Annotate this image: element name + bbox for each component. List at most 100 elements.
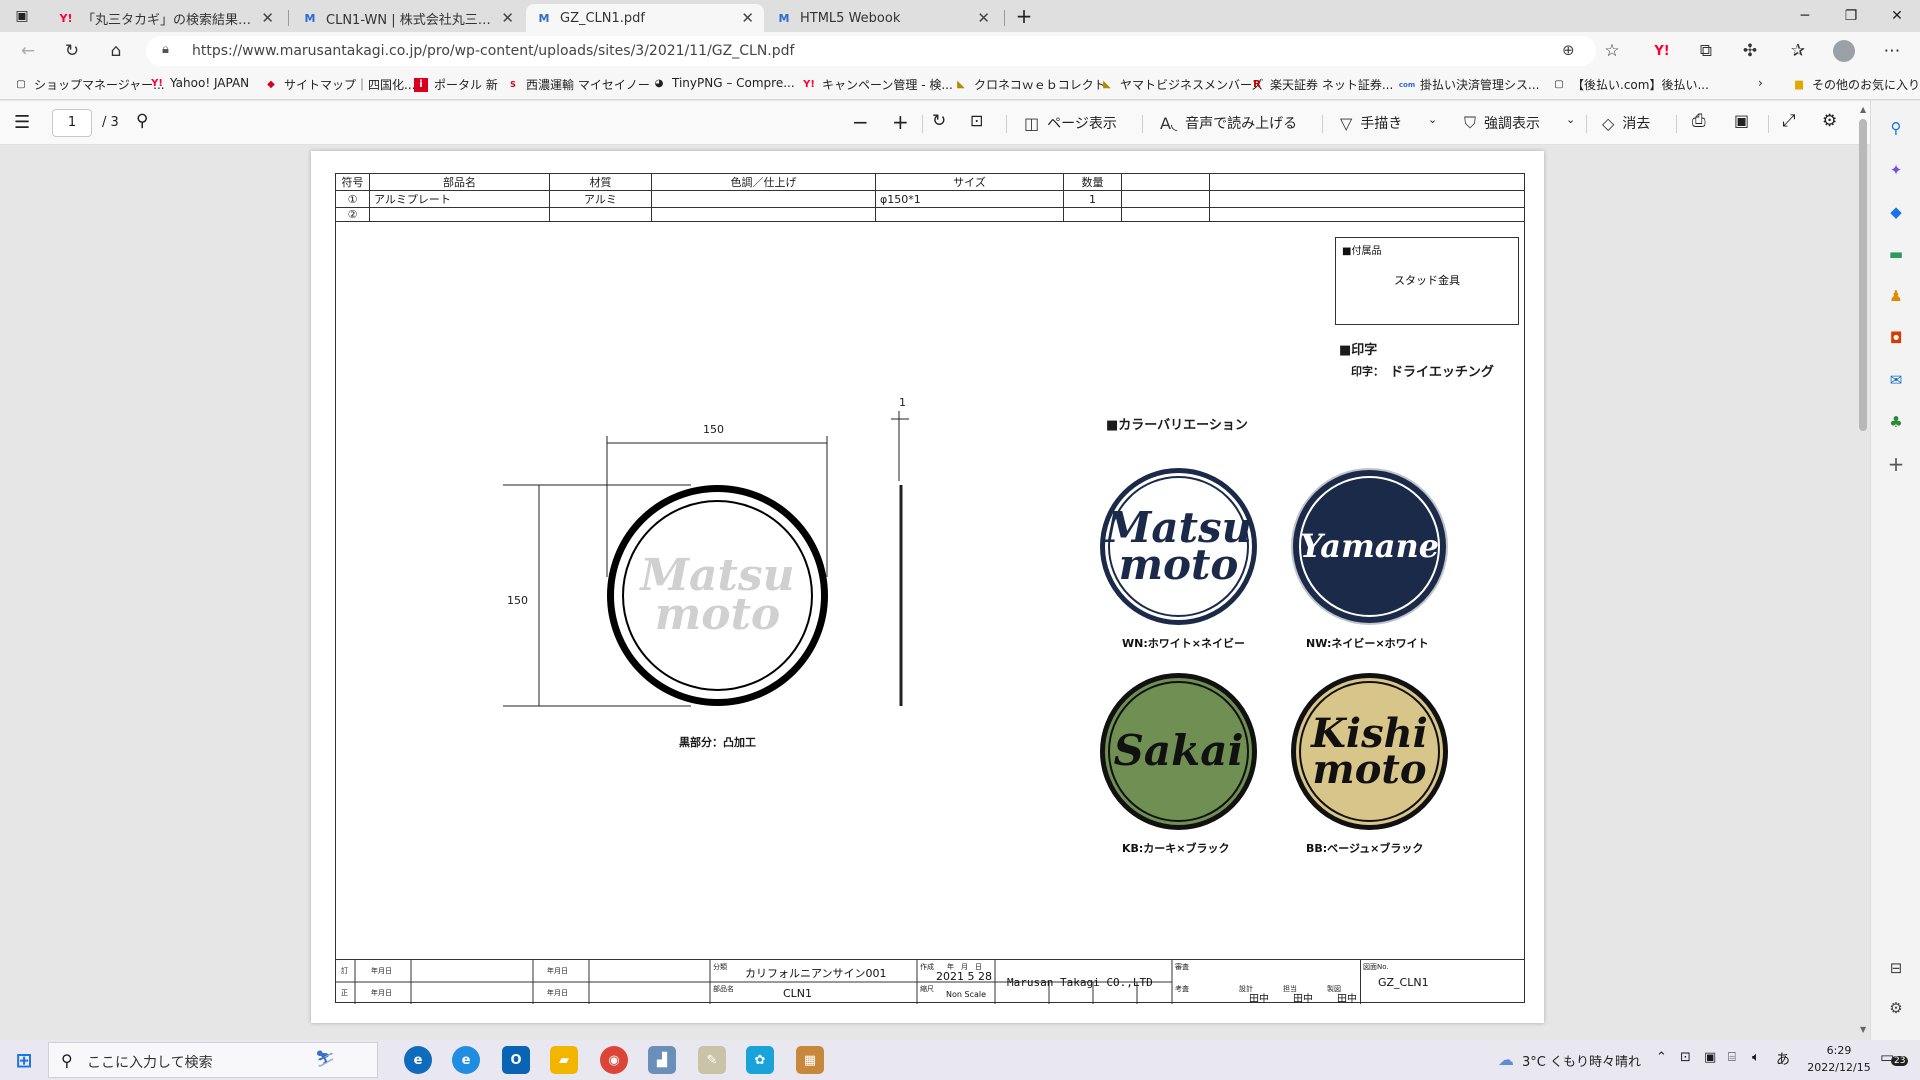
tray-chevron-icon[interactable]: ⌃	[1656, 1050, 1667, 1065]
zoom-icon[interactable]: ⊕	[1562, 41, 1575, 59]
chrome-taskbar-icon[interactable]: ◉	[600, 1046, 628, 1074]
tray-app-icon[interactable]: ⊡	[1680, 1050, 1691, 1065]
bookmark-item[interactable]: ◣ クロネコｗｅｂコレクト	[954, 76, 1106, 93]
close-tab-icon[interactable]: ✕	[501, 9, 514, 27]
app-taskbar-icon[interactable]: ▟	[648, 1046, 676, 1074]
settings-taskbar-icon[interactable]: ✿	[746, 1046, 774, 1074]
weather-text[interactable]: 3°C くもり時々晴れ	[1522, 1051, 1641, 1070]
black-part-note: 黒部分：凸加工	[679, 736, 756, 749]
vertical-scrollbar[interactable]: ▲ ▼	[1858, 105, 1868, 1035]
bookmarks-overflow-icon[interactable]: ›	[1758, 76, 1763, 90]
bookmark-item[interactable]: Y! キャンペーン管理 - 検...	[802, 76, 953, 93]
ime-indicator[interactable]: あ	[1776, 1049, 1790, 1069]
draw-options-chevron-icon[interactable]: ⌄	[1428, 113, 1437, 126]
address-bar[interactable]: 🔒︎ https://www.marusantakagi.co.jp/pro/w…	[146, 36, 1596, 66]
yahoo-extension-icon[interactable]: Y!	[1648, 38, 1676, 64]
contents-icon[interactable]: ☰	[14, 112, 30, 133]
favorite-star-icon[interactable]: ☆	[1598, 38, 1626, 64]
highlight-options-chevron-icon[interactable]: ⌄	[1566, 113, 1575, 126]
sidebar-search-icon[interactable]: ⚲	[1883, 115, 1909, 141]
copilot-icon[interactable]: ✦	[1883, 157, 1909, 183]
more-icon[interactable]: ⋯	[1878, 38, 1906, 64]
close-tab-icon[interactable]: ✕	[261, 9, 274, 27]
erase-button[interactable]: ◇ 消去	[1602, 113, 1650, 133]
bookmark-label: その他のお気に入り	[1812, 78, 1920, 92]
close-window-icon[interactable]: ✕	[1874, 0, 1920, 32]
read-aloud-button[interactable]: A◟ 音声で読み上げる	[1160, 113, 1297, 133]
profile-avatar-icon[interactable]	[1830, 38, 1858, 64]
page-view-label: ページ表示	[1047, 116, 1117, 132]
tools-icon[interactable]: ▬	[1883, 241, 1909, 267]
close-tab-icon[interactable]: ✕	[741, 9, 754, 27]
variation-inner-ring: Kishi moto	[1299, 681, 1440, 822]
games-icon[interactable]: ♟	[1883, 283, 1909, 309]
weather-icon[interactable]: ☁	[1498, 1050, 1514, 1069]
new-tab-button[interactable]: +	[1008, 0, 1040, 32]
tab-actions-icon[interactable]: ▣	[2, 0, 42, 32]
shopping-tag-icon[interactable]: ◆	[1883, 199, 1909, 225]
back-icon[interactable]: ←	[14, 38, 42, 64]
zoom-in-icon[interactable]: +	[892, 110, 909, 134]
settings-gear-icon[interactable]: ⚙	[1822, 111, 1837, 131]
print-icon[interactable]: ⎙	[1692, 111, 1706, 131]
page-view-button[interactable]: ◫ ページ表示	[1024, 113, 1117, 133]
outlook-icon[interactable]: ✉	[1883, 367, 1909, 393]
bookmark-item[interactable]: ▢ 【後払い.com】後払い...	[1552, 76, 1709, 93]
scroll-up-icon[interactable]: ▲	[1860, 105, 1866, 114]
edge-taskbar-icon[interactable]: e	[404, 1046, 432, 1074]
tab-marusan-product[interactable]: M CLN1-WN | 株式会社丸三タカギ ✕	[292, 4, 524, 32]
bookmark-item[interactable]: ◣ ヤマトビジネスメンバーズ	[1100, 76, 1263, 93]
sidebar-collapse-icon[interactable]: ⊟	[1883, 955, 1909, 981]
network-icon[interactable]: ⌸	[1728, 1050, 1736, 1065]
fullscreen-icon[interactable]: ⤢	[1782, 111, 1796, 131]
sidebar-settings-icon[interactable]: ⚙	[1883, 995, 1909, 1021]
immersive-icon[interactable]: ⧉	[1692, 38, 1720, 64]
ie-taskbar-icon[interactable]: e	[452, 1046, 480, 1074]
rotate-icon[interactable]: ↻	[932, 111, 946, 131]
office-icon[interactable]: ◘	[1883, 325, 1909, 351]
fit-width-icon[interactable]: ⊡	[970, 111, 983, 130]
bookmark-item[interactable]: Y! Yahoo! JAPAN	[150, 76, 249, 90]
tree-icon[interactable]: ♣	[1883, 409, 1909, 435]
minimize-icon[interactable]: ─	[1782, 0, 1828, 32]
refresh-icon[interactable]: ↻	[58, 38, 86, 64]
home-icon[interactable]: ⌂	[102, 38, 130, 64]
bookmark-item[interactable]: ◕ TinyPNG – Compre...	[652, 76, 795, 90]
tray-app-icon[interactable]: ▣	[1704, 1050, 1716, 1065]
file-explorer-icon[interactable]: ▰	[550, 1046, 578, 1074]
scroll-thumb[interactable]	[1859, 119, 1867, 431]
outlook-taskbar-icon[interactable]: O	[502, 1046, 530, 1074]
bookmark-item[interactable]: S 西濃運輸 マイセイノー	[506, 76, 650, 93]
favorites-icon[interactable]: ✰	[1784, 38, 1812, 64]
app-taskbar-icon[interactable]: ✎	[698, 1046, 726, 1074]
page-number-input[interactable]: 1	[52, 109, 92, 137]
highlight-button[interactable]: ⛉ 強調表示	[1464, 113, 1540, 133]
taskbar-search-box[interactable]: ⚲ ここに入力して検索 ⛷	[48, 1042, 378, 1078]
extensions-icon[interactable]: ✣	[1736, 38, 1764, 64]
designer-name: 田中	[1249, 994, 1269, 1005]
variation-bb-label: BB:ベージュ×ブラック	[1306, 842, 1424, 855]
add-sidebar-app-icon[interactable]: +	[1883, 451, 1909, 477]
tab-html5-webook[interactable]: M HTML5 Webook ✕	[766, 4, 1000, 32]
bookmark-item[interactable]: ▢ ショップマネージャー...	[14, 76, 164, 93]
restore-icon[interactable]: ❐	[1828, 0, 1874, 32]
clock-time[interactable]: 6:29	[1808, 1044, 1870, 1057]
windows-start-icon[interactable]: ⊞	[10, 1046, 38, 1074]
other-favorites[interactable]: ▆ その他のお気に入り	[1792, 76, 1920, 93]
tab-yahoo-search[interactable]: Y! 「丸三タカギ」の検索結果 - Yahoo!検索 ✕	[48, 4, 284, 32]
clock-date[interactable]: 2022/12/15	[1806, 1061, 1872, 1074]
close-tab-icon[interactable]: ✕	[977, 9, 990, 27]
scroll-down-icon[interactable]: ▼	[1860, 1025, 1866, 1034]
bookmark-item[interactable]: ◆ サイトマップ｜四国化...	[264, 76, 415, 93]
volume-icon[interactable]: 🔈︎	[1752, 1050, 1760, 1065]
search-icon[interactable]: ⚲	[136, 111, 148, 131]
save-icon[interactable]: ▣	[1734, 111, 1749, 130]
bookmark-item[interactable]: R 楽天証券 ネット証券...	[1250, 76, 1393, 93]
bookmark-item[interactable]: i ポータル 新	[414, 76, 498, 93]
bookmark-label: 掛払い決済管理シス...	[1420, 78, 1540, 92]
zoom-out-icon[interactable]: −	[852, 110, 869, 134]
draw-button[interactable]: ▽ 手描き	[1340, 113, 1402, 133]
bookmark-item[interactable]: com 掛払い決済管理シス...	[1399, 76, 1540, 93]
app-taskbar-icon[interactable]: ▦	[796, 1046, 824, 1074]
tab-pdf-active[interactable]: M GZ_CLN1.pdf ✕	[526, 4, 764, 32]
